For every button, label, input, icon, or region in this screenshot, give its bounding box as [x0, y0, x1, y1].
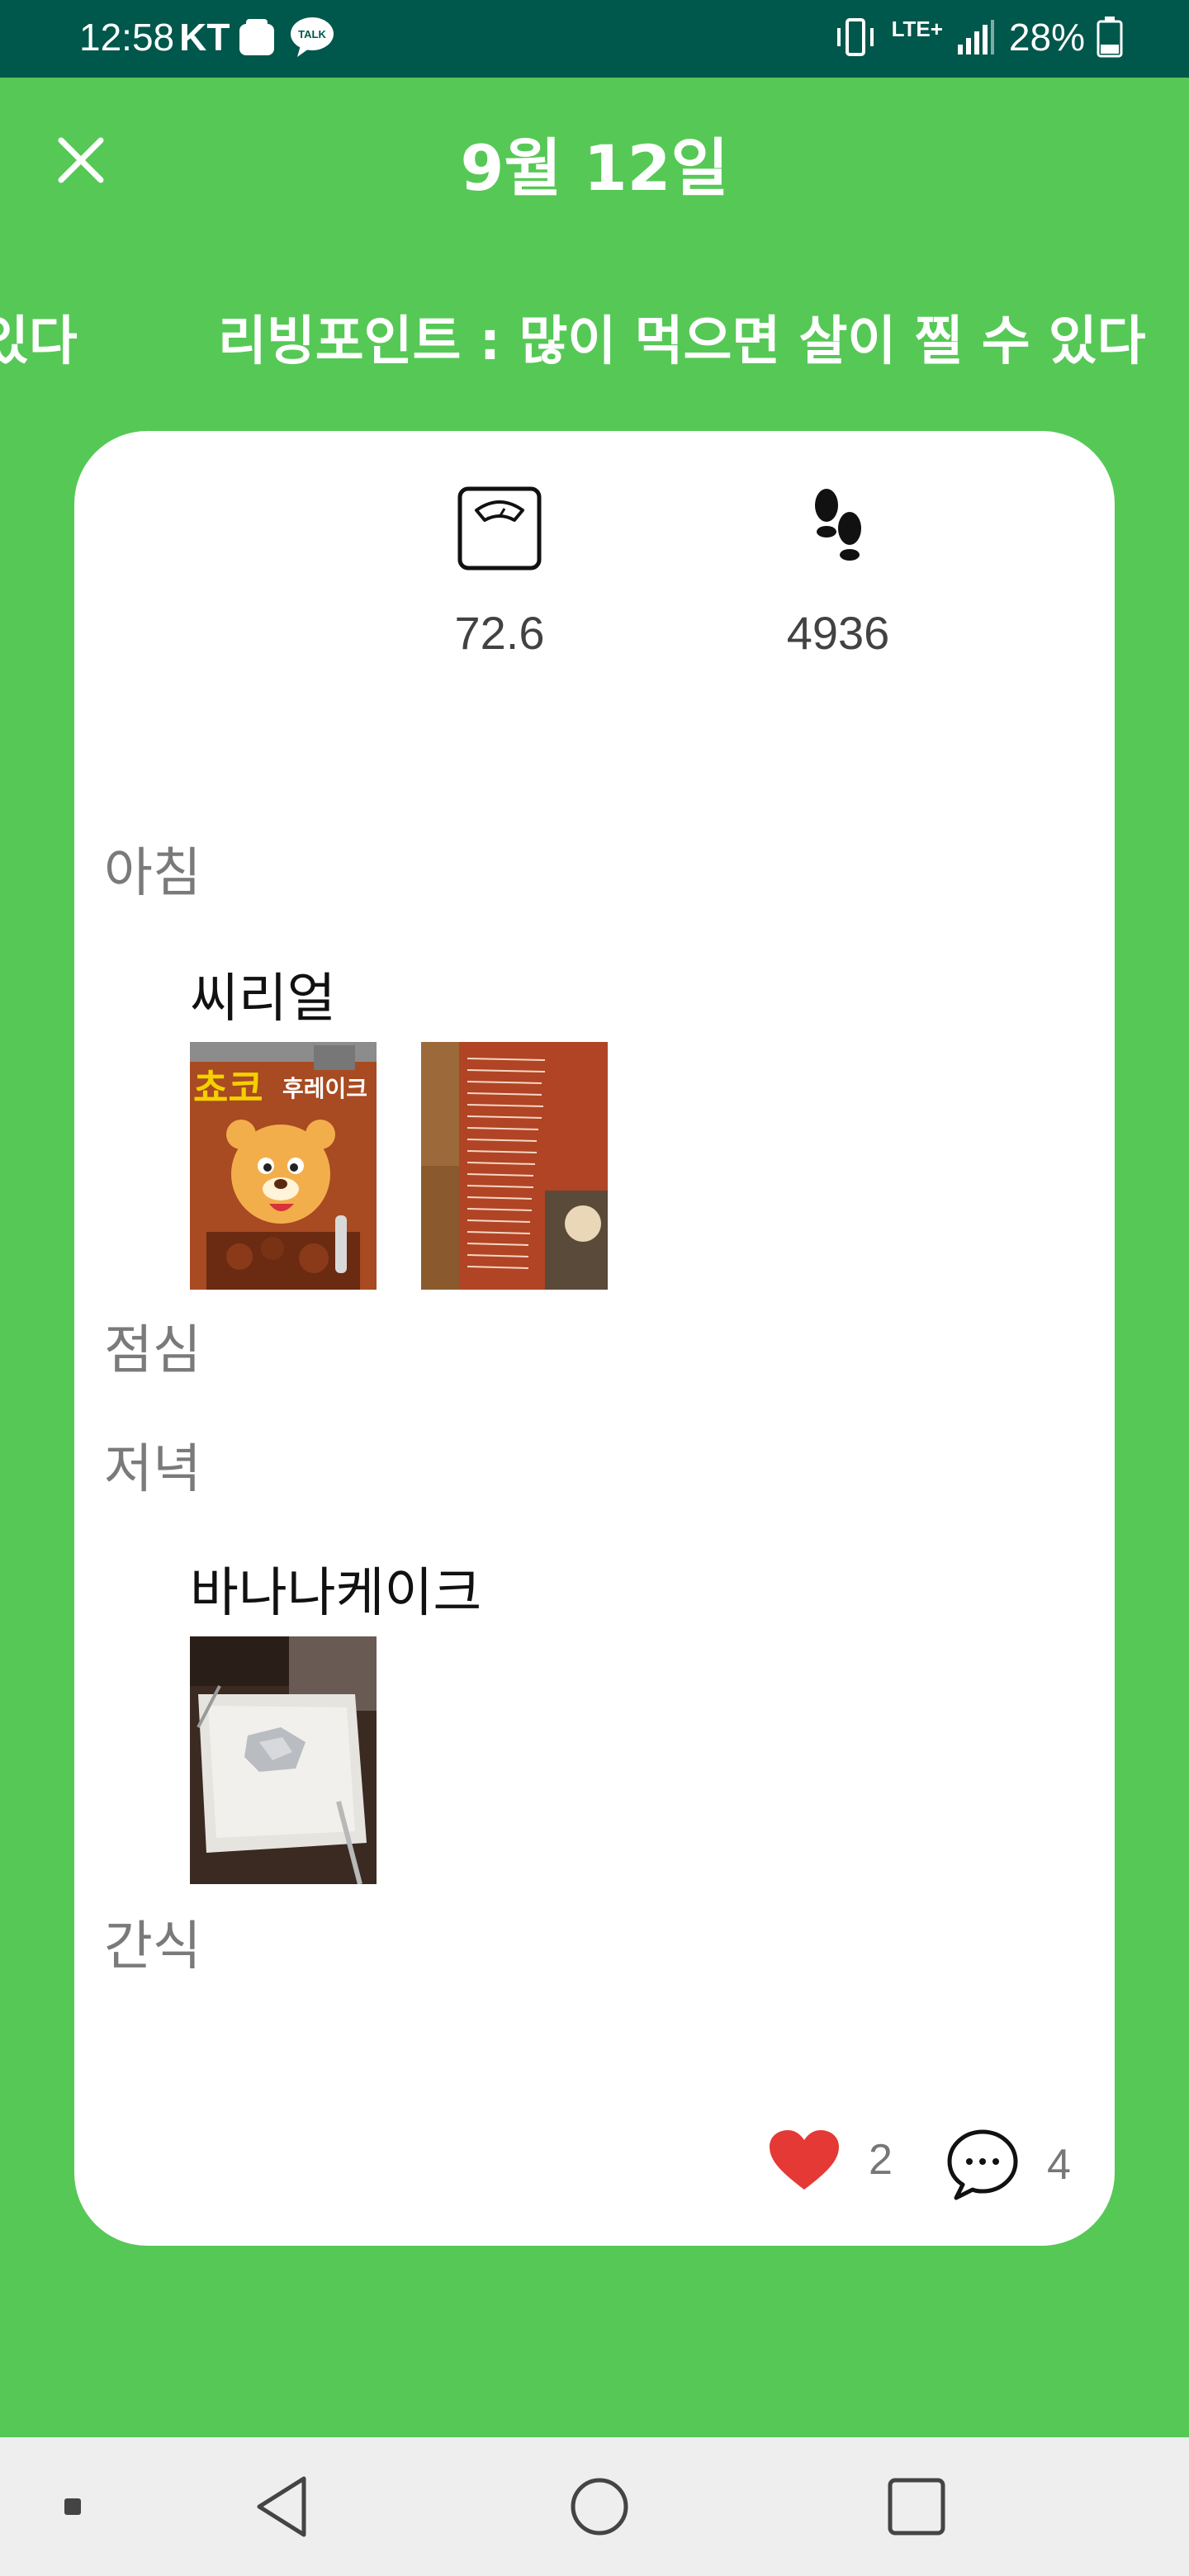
status-time: 12:58 — [79, 16, 175, 59]
notification-icon — [239, 19, 275, 55]
kakaotalk-label: TALK — [299, 28, 327, 40]
kakaotalk-icon: TALK — [291, 17, 334, 57]
ticker-text: 리빙포인트 : 많이 먹으면 살이 찔 수 있다 — [218, 311, 1146, 372]
food-photo-cereal-nutrition[interactable] — [421, 1042, 608, 1290]
food-photo-cereal-front[interactable]: 쵸코 후레이크 — [190, 1042, 377, 1290]
back-icon[interactable] — [244, 2467, 324, 2546]
status-bar: 12:58 KT TALK LTE+ 28% — [0, 0, 1189, 78]
meal-label-snack: 간식 — [104, 1916, 201, 1977]
system-nav-bar — [0, 2437, 1189, 2576]
ticker-prev-fragment: 있다 — [0, 311, 78, 372]
vibrate-icon — [836, 18, 874, 56]
steps-value: 4936 — [786, 607, 890, 659]
heart-icon — [770, 2130, 839, 2190]
diary-card: 72.6 4936 아침 씨리얼 쵸코 후레이크 점심 저녁 바나나케이크 간식… — [74, 431, 1115, 2246]
status-carrier: KT — [179, 16, 230, 59]
like-button[interactable]: 2 — [766, 2127, 893, 2193]
food-photo-banana-cake[interactable] — [190, 1636, 377, 1884]
steps-stat: 4936 — [694, 485, 983, 660]
signal-icon — [957, 20, 994, 54]
food-name-cereal[interactable]: 씨리얼 — [190, 956, 336, 1032]
battery-percent: 28% — [1008, 16, 1085, 59]
meal-label-lunch: 점심 — [104, 1320, 201, 1381]
cereal-product-text: 후레이크 — [282, 1075, 367, 1102]
battery-icon — [1097, 17, 1123, 58]
comment-button[interactable]: 4 — [945, 2127, 1071, 2203]
home-icon[interactable] — [560, 2467, 639, 2546]
status-right: LTE+ 28% — [832, 15, 1123, 59]
weight-value: 72.6 — [454, 607, 545, 659]
status-left: 12:58 KT TALK — [79, 15, 337, 59]
recents-icon[interactable] — [877, 2467, 956, 2546]
meal-label-dinner: 저녁 — [104, 1439, 201, 1500]
scale-icon — [457, 486, 542, 571]
cereal-brand-text: 쵸코 — [193, 1066, 263, 1110]
card-footer: 2 4 — [74, 2129, 1115, 2246]
footsteps-icon — [815, 489, 861, 561]
meal-label-breakfast: 아침 — [104, 843, 201, 904]
network-type-label: LTE+ — [891, 17, 943, 41]
weight-stat: 72.6 — [355, 485, 644, 660]
page-title: 9월 12일 — [460, 131, 729, 205]
living-point-ticker: 있다 리빙포인트 : 많이 먹으면 살이 찔 수 있다 — [0, 299, 1189, 373]
comment-count: 4 — [1047, 2141, 1071, 2189]
dot-icon[interactable] — [33, 2467, 112, 2546]
comment-icon — [947, 2129, 1018, 2200]
food-name-banana-cake[interactable]: 바나나케이크 — [190, 1551, 481, 1627]
like-count: 2 — [869, 2136, 893, 2184]
